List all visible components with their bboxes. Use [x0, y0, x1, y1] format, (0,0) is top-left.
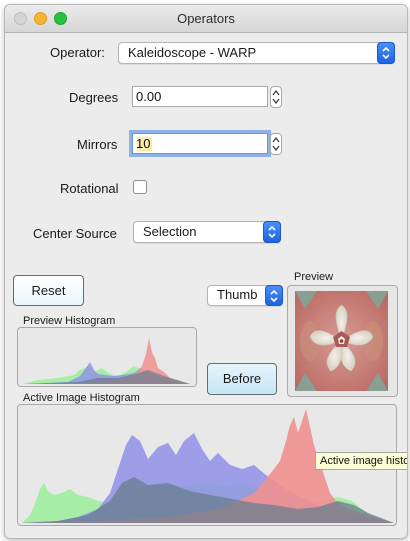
rotational-label: Rotational — [60, 181, 119, 196]
preview-label: Preview — [294, 271, 334, 283]
center-source-value: Selection — [143, 224, 197, 239]
active-histogram-label: Active Image Histogram — [23, 392, 140, 404]
window-title: Operators — [177, 11, 235, 26]
center-source-label: Center Source — [33, 226, 117, 241]
preview-panel — [287, 285, 398, 397]
active-histogram-tooltip: Active image histo — [315, 452, 407, 470]
stepper-arrows-icon — [272, 137, 280, 151]
operator-select[interactable]: Kaleidoscope - WARP — [118, 42, 395, 64]
degrees-input[interactable] — [136, 89, 256, 104]
preview-histogram-panel — [17, 327, 197, 387]
degrees-field[interactable] — [132, 86, 268, 107]
popup-chevron-icon — [263, 221, 281, 243]
operators-window: Operators Operator: Kaleidoscope - WARP … — [4, 4, 408, 539]
mirrors-stepper[interactable] — [270, 133, 282, 155]
reset-button[interactable]: Reset — [13, 275, 84, 306]
degrees-stepper[interactable] — [270, 86, 282, 108]
popup-chevron-icon — [265, 285, 283, 306]
mirrors-label: Mirrors — [77, 137, 118, 152]
rotational-checkbox[interactable] — [133, 180, 147, 194]
thumb-select[interactable]: Thumb — [207, 285, 283, 306]
degrees-label: Degrees — [69, 90, 119, 105]
center-source-select[interactable]: Selection — [133, 221, 281, 243]
preview-histogram-graphic — [24, 338, 190, 384]
popup-chevron-icon — [377, 42, 395, 64]
title-bar: Operators — [5, 5, 407, 33]
operator-select-value: Kaleidoscope - WARP — [128, 45, 257, 60]
operator-label: Operator: — [50, 45, 105, 60]
preview-histogram-label: Preview Histogram — [23, 315, 116, 327]
mirrors-field[interactable] — [132, 133, 268, 154]
before-button[interactable]: Before — [207, 363, 277, 395]
stepper-arrows-icon — [272, 90, 280, 104]
mirrors-input[interactable] — [136, 136, 256, 151]
kaleidoscope-preview-image — [295, 291, 388, 391]
thumb-select-value: Thumb — [217, 287, 258, 302]
